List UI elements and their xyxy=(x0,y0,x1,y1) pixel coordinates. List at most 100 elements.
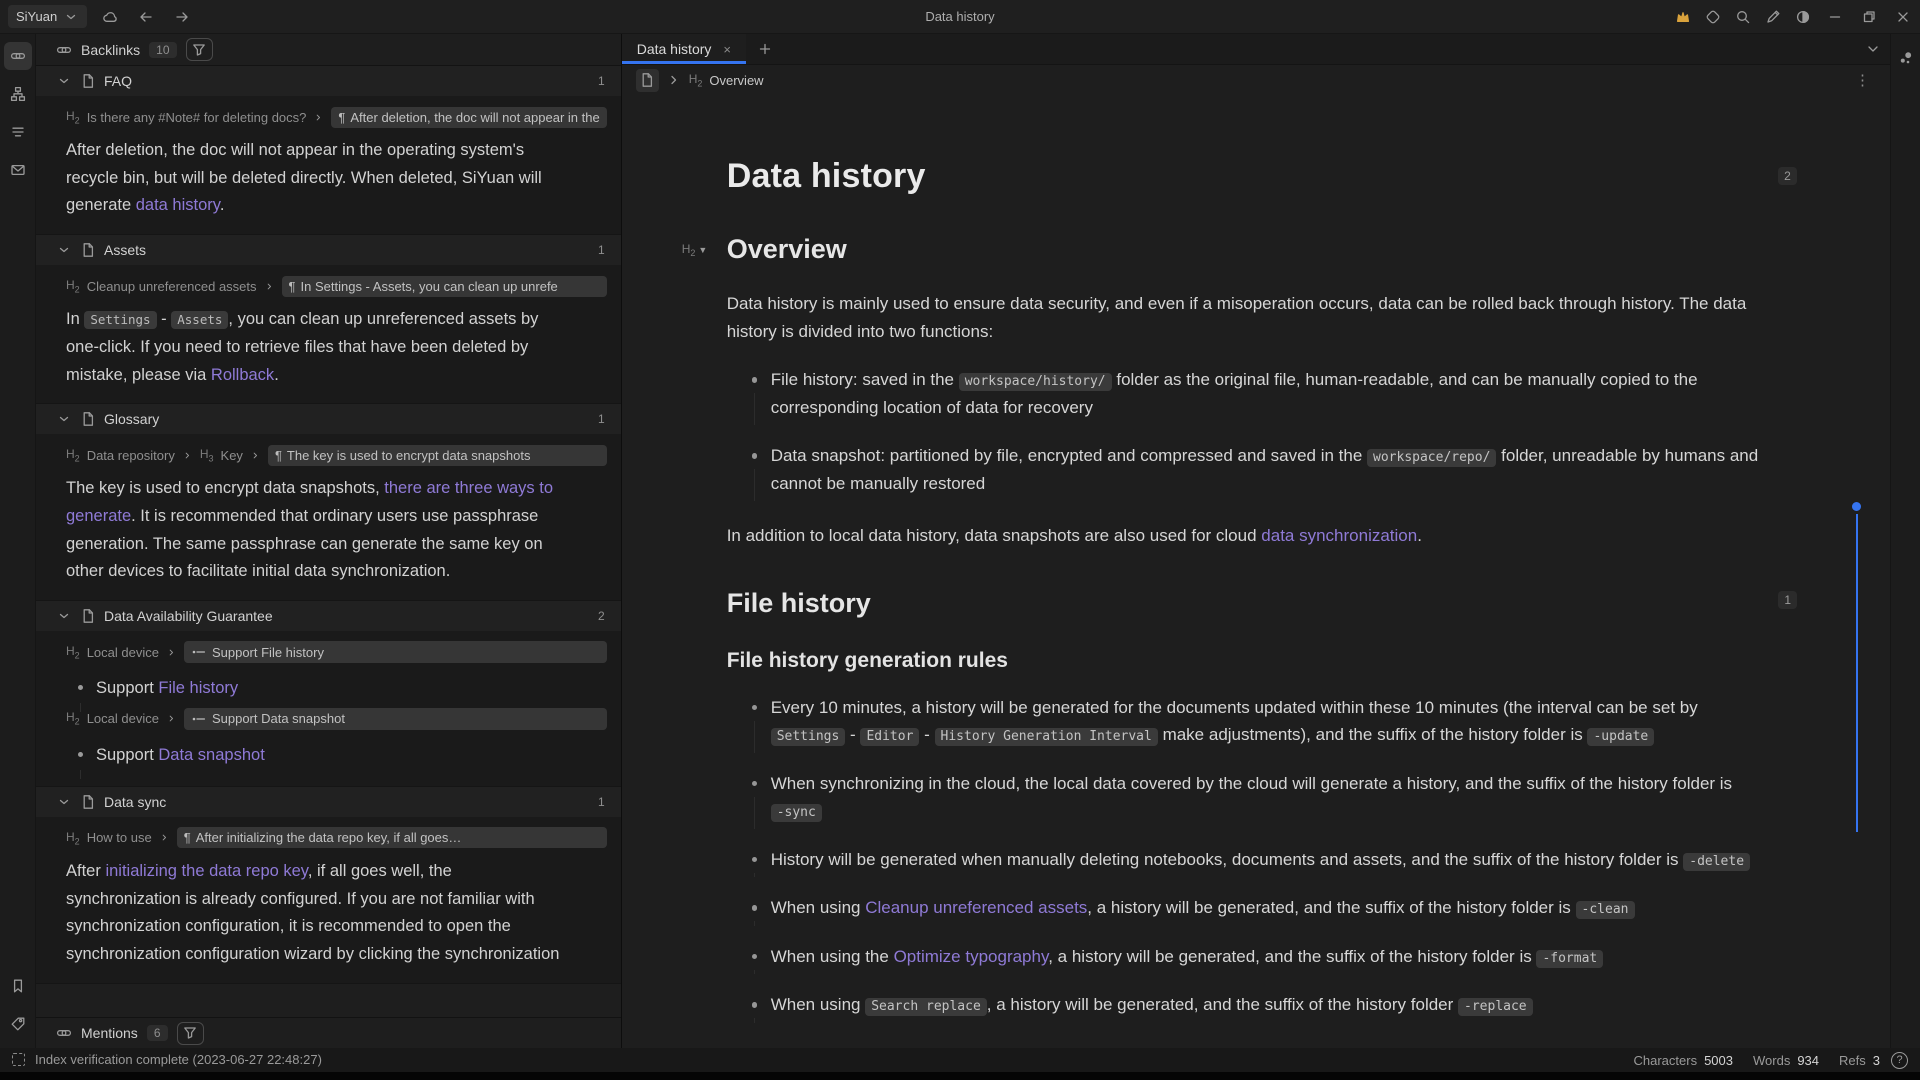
backlink-list-item[interactable]: Support Data snapshot xyxy=(96,742,607,768)
chip-text: Support File history xyxy=(212,645,324,660)
breadcrumb-block-chip[interactable]: ¶After deletion, the doc will not appear… xyxy=(331,107,606,128)
mentions-filter-button[interactable] xyxy=(177,1022,204,1045)
doc-bullet-list: Every 10 minutes, a history will be gene… xyxy=(727,694,1775,1019)
chevron-down-icon xyxy=(56,242,72,258)
doc-more-button[interactable]: ⋮ xyxy=(1849,71,1876,89)
backlink-breadcrumb[interactable]: H2How to use¶After initializing the data… xyxy=(66,825,607,851)
theme-button[interactable] xyxy=(1788,3,1818,31)
doc-icon-chip[interactable] xyxy=(636,69,659,92)
characters-label: Characters xyxy=(1634,1053,1698,1068)
heading-tag: H2 xyxy=(66,644,80,660)
backlink-section-header[interactable]: Data sync1 xyxy=(36,787,621,818)
block-ref-link[interactable]: File history xyxy=(158,679,238,697)
doc-list-item[interactable]: When using the Optimize typography, a hi… xyxy=(771,943,1775,971)
minimize-button[interactable] xyxy=(1818,3,1852,31)
backlink-paragraph[interactable]: The key is used to encrypt data snapshot… xyxy=(66,475,607,586)
backlink-section-count: 1 xyxy=(598,795,605,809)
tag-icon xyxy=(10,1016,26,1032)
block-ref-link[interactable]: data synchronization xyxy=(1261,526,1417,545)
backlink-list-item[interactable]: Support File history xyxy=(96,675,607,701)
backlink-breadcrumb[interactable]: H2Data repositoryH3Key¶The key is used t… xyxy=(66,442,607,468)
document-editor[interactable]: Data history2 OverviewH2▼ Data history is … xyxy=(622,95,1890,1048)
doc-icon xyxy=(80,73,96,89)
subscribe-button[interactable] xyxy=(1668,3,1698,31)
breadcrumb-block-chip[interactable]: ¶In Settings - Assets, you can clean up … xyxy=(282,276,607,297)
edit-mode-button[interactable] xyxy=(1758,3,1788,31)
backlink-section-header[interactable]: Glossary1 xyxy=(36,404,621,435)
dock-bookmark-button[interactable] xyxy=(4,972,32,1000)
forward-button[interactable] xyxy=(169,5,195,29)
help-button[interactable]: ? xyxy=(1891,1052,1908,1069)
heading-gutter-marker[interactable]: H2▼ xyxy=(682,241,708,257)
tab-close-icon[interactable]: × xyxy=(723,42,731,57)
breadcrumb-block-chip[interactable]: Support Data snapshot xyxy=(184,708,607,730)
doc-list-item[interactable]: When using Cleanup unreferenced assets, … xyxy=(771,894,1775,922)
breadcrumb-text: How to use xyxy=(87,830,152,845)
backlink-section-header[interactable]: Assets1 xyxy=(36,235,621,266)
cloud-sync-button[interactable] xyxy=(97,5,123,29)
backlink-paragraph[interactable]: In Settings - Assets, you can clean up u… xyxy=(66,306,607,389)
app-menu-button[interactable]: SiYuan xyxy=(8,5,87,28)
doc-list-item[interactable]: Data snapshot: partitioned by file, encr… xyxy=(771,442,1775,497)
doc-heading-file-history[interactable]: File history1 xyxy=(727,588,1775,619)
doc-heading-data-history[interactable]: Data history2 xyxy=(727,157,1775,196)
chevron-down-icon xyxy=(56,411,72,427)
block-ref-link[interactable]: Rollback xyxy=(211,366,274,384)
dock-tag-button[interactable] xyxy=(4,1010,32,1038)
new-tab-button[interactable] xyxy=(746,34,784,64)
doc-list-item[interactable]: When synchronizing in the cloud, the loc… xyxy=(771,770,1775,825)
block-ref-link[interactable]: Optimize typography xyxy=(894,947,1049,966)
back-button[interactable] xyxy=(133,5,159,29)
breadcrumb-block-chip[interactable]: ¶After initializing the data repo key, i… xyxy=(177,827,607,848)
backlink-count-badge[interactable]: 2 xyxy=(1778,167,1797,185)
doc-list-item[interactable]: File history: saved in the workspace/his… xyxy=(771,366,1775,421)
dock-graph-view-button[interactable] xyxy=(1892,44,1920,72)
backlink-section-header[interactable]: FAQ1 xyxy=(36,66,621,97)
block-ref-link[interactable]: there are three ways to generate xyxy=(66,479,553,525)
doc-list-item[interactable]: History will be generated when manually … xyxy=(771,846,1775,874)
block-ref-link[interactable]: Cleanup unreferenced assets xyxy=(865,898,1087,917)
block-ref-link[interactable]: Data snapshot xyxy=(158,746,264,764)
breadcrumb-block-chip[interactable]: Support File history xyxy=(184,641,607,663)
restore-button[interactable] xyxy=(1852,3,1886,31)
doc-heading-file-history-generation-rules[interactable]: File history generation rules xyxy=(727,649,1775,673)
backlink-section-count: 1 xyxy=(598,74,605,88)
mentions-bar[interactable]: Mentions 6 xyxy=(36,1017,621,1048)
doc-list-item[interactable]: Every 10 minutes, a history will be gene… xyxy=(771,694,1775,749)
backlink-breadcrumb[interactable]: H2Local deviceSupport File history xyxy=(66,639,607,665)
backlink-count-badge[interactable]: 1 xyxy=(1778,591,1797,609)
doc-paragraph[interactable]: Data history is mainly used to ensure da… xyxy=(727,290,1775,345)
backlink-breadcrumb[interactable]: H2Cleanup unreferenced assets¶In Setting… xyxy=(66,273,607,299)
app-menu-label: SiYuan xyxy=(16,9,57,24)
doc-heading-overview[interactable]: OverviewH2▼ xyxy=(727,234,1775,265)
scroll-indicator[interactable] xyxy=(1852,502,1862,832)
marketplace-button[interactable] xyxy=(1698,3,1728,31)
mentions-count-badge: 6 xyxy=(147,1025,168,1041)
backlink-section-header[interactable]: Data Availability Guarantee2 xyxy=(36,601,621,632)
backlink-paragraph[interactable]: After initializing the data repo key, if… xyxy=(66,858,607,969)
close-button[interactable] xyxy=(1886,3,1920,31)
editor-area: Data history × H2 Overview ⋮ Data histor… xyxy=(622,34,1890,1048)
dock-outline-button[interactable] xyxy=(4,118,32,146)
doc-paragraph[interactable]: In addition to local data history, data … xyxy=(727,522,1775,550)
breadcrumb-heading[interactable]: Overview xyxy=(709,73,763,88)
tab-data-history[interactable]: Data history × xyxy=(622,34,746,64)
block-ref-link[interactable]: initializing the data repo key xyxy=(105,862,307,880)
block-ref-link[interactable]: data history xyxy=(136,196,220,214)
app-window: SiYuan Data history xyxy=(0,0,1920,1080)
dock-backlinks-button[interactable] xyxy=(4,42,32,70)
dock-graph-button[interactable] xyxy=(4,80,32,108)
backlink-breadcrumb[interactable]: H2Local deviceSupport Data snapshot xyxy=(66,706,607,732)
scroll-line xyxy=(1856,514,1858,832)
breadcrumb-block-chip[interactable]: ¶The key is used to encrypt data snapsho… xyxy=(268,445,607,466)
search-button[interactable] xyxy=(1728,3,1758,31)
chip-text: After deletion, the doc will not appear … xyxy=(350,110,599,125)
dock-inbox-button[interactable] xyxy=(4,156,32,184)
doc-list-item[interactable]: When using Search replace, a history wil… xyxy=(771,991,1775,1019)
backlink-breadcrumb[interactable]: H2Is there any #Note# for deleting docs?… xyxy=(66,104,607,130)
forward-arrow-icon xyxy=(174,9,190,25)
backlink-paragraph[interactable]: After deletion, the doc will not appear … xyxy=(66,137,607,220)
backlinks-filter-button[interactable] xyxy=(186,38,213,61)
chevron-down-icon xyxy=(1865,41,1881,57)
tab-menu-button[interactable] xyxy=(1856,34,1890,64)
